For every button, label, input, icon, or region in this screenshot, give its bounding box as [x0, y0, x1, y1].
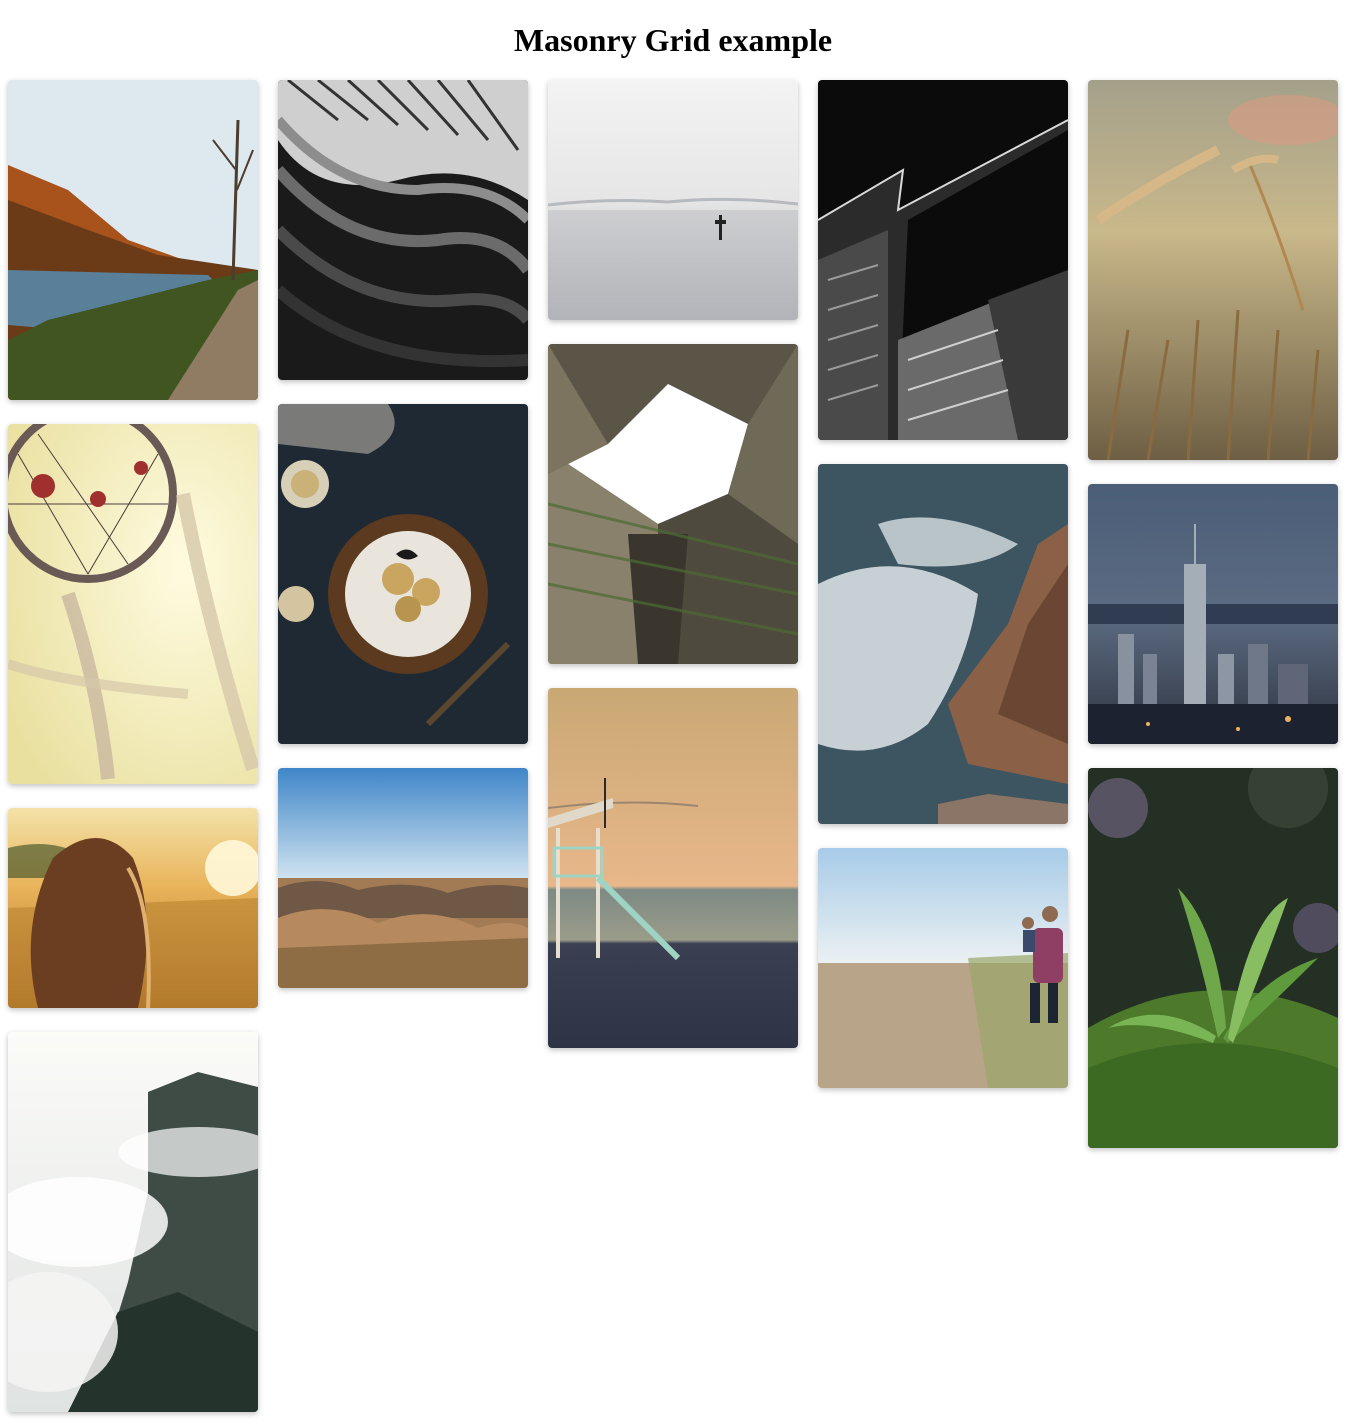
- moss-plant-image: [1088, 768, 1338, 1148]
- grid-column-1: [8, 80, 258, 1424]
- desert-hills-image: [278, 768, 528, 988]
- father-child-beach-image: [818, 848, 1068, 1088]
- image-tile-night-city[interactable]: [1088, 484, 1338, 744]
- pear-cake-image: [278, 404, 528, 744]
- image-tile-autumn-lake[interactable]: [8, 80, 258, 400]
- image-tile-desert-hills[interactable]: [278, 768, 528, 988]
- image-tile-pear-cake[interactable]: [278, 404, 528, 744]
- image-tile-dark-skyscraper[interactable]: [818, 80, 1068, 440]
- image-tile-misty-forest[interactable]: [8, 1032, 258, 1412]
- image-tile-girl-sunset[interactable]: [8, 808, 258, 1008]
- dreamcatcher-image: [8, 424, 258, 784]
- autumn-lake-image: [8, 80, 258, 400]
- grid-column-3: [548, 80, 798, 1072]
- image-tile-ocean-wave-rock[interactable]: [818, 464, 1068, 824]
- lifeguard-tower-image: [548, 688, 798, 1048]
- image-tile-dreamcatcher[interactable]: [8, 424, 258, 784]
- grid-column-2: [278, 80, 528, 1012]
- page-title: Masonry Grid example: [513, 22, 833, 58]
- grid-column-5: [1088, 80, 1338, 1172]
- image-tile-foggy-sea[interactable]: [548, 80, 798, 320]
- misty-forest-image: [8, 1032, 258, 1412]
- image-tile-courtyard-sky[interactable]: [548, 344, 798, 664]
- night-city-image: [1088, 484, 1338, 744]
- image-tile-curved-architecture[interactable]: [278, 80, 528, 380]
- courtyard-sky-image: [548, 344, 798, 664]
- curved-architecture-image: [278, 80, 528, 380]
- grid-column-4: [818, 80, 1068, 1112]
- foggy-sea-image: [548, 80, 798, 320]
- image-tile-father-child-beach[interactable]: [818, 848, 1068, 1088]
- image-tile-moss-plant[interactable]: [1088, 768, 1338, 1148]
- wheat-field-image: [1088, 80, 1338, 460]
- ocean-wave-rock-image: [818, 464, 1068, 824]
- image-tile-wheat-field[interactable]: [1088, 80, 1338, 460]
- girl-sunset-image: [8, 808, 258, 1008]
- dark-skyscraper-image: [818, 80, 1068, 440]
- image-tile-lifeguard-tower[interactable]: [548, 688, 798, 1048]
- masonry-grid: [8, 80, 1338, 1416]
